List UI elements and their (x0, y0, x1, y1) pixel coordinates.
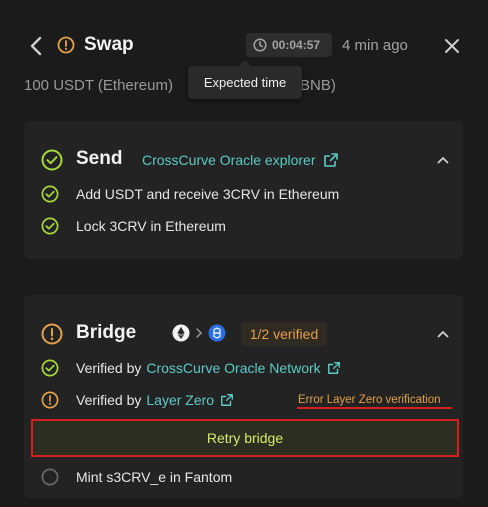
bridge-stage-header: Bridge 1/2 verified (41, 321, 451, 346)
send-step-1: Add USDT and receive 3CRV in Ethereum (41, 184, 451, 204)
explorer-link-label: CrossCurve Oracle explorer (142, 152, 316, 168)
ethereum-icon (172, 324, 190, 342)
warning-circle-icon (41, 323, 63, 345)
empty-circle-icon (41, 468, 59, 486)
oracle-network-link-label: CrossCurve Oracle Network (146, 360, 321, 376)
check-circle-icon (41, 217, 59, 235)
explorer-link[interactable]: CrossCurve Oracle explorer (142, 152, 339, 168)
warning-circle-icon (57, 36, 75, 54)
layer-zero-link-label: Layer Zero (146, 392, 215, 408)
chevron-left-icon (30, 36, 42, 56)
external-link-icon (327, 362, 340, 374)
send-step-2-label: Lock 3CRV in Ethereum (76, 218, 226, 234)
verified-badge: 1/2 verified (241, 322, 327, 346)
bridge-step-1-prefix: Verified by (76, 360, 142, 376)
error-highlight (297, 407, 452, 409)
elapsed-time: 4 min ago (342, 37, 408, 54)
external-link-icon (221, 394, 234, 406)
swap-summary: 100 USDT (Ethereum) BNB) (24, 77, 336, 94)
swap-from: 100 USDT (Ethereum) (24, 77, 173, 94)
tooltip: Expected time (188, 60, 302, 99)
chevron-right-icon (196, 328, 203, 338)
external-link-icon (323, 153, 338, 167)
timer-value: 00:04:57 (272, 38, 321, 52)
expected-time-timer[interactable]: 00:04:57 (246, 33, 332, 57)
page-title: Swap (84, 34, 134, 55)
bridge-chains (172, 324, 226, 342)
chevron-up-icon[interactable] (435, 152, 451, 168)
mint-step: Mint s3CRV_e in Fantom (41, 467, 421, 487)
oracle-network-link[interactable]: CrossCurve Oracle Network (146, 360, 340, 376)
bridge-step-2-prefix: Verified by (76, 392, 142, 408)
check-circle-icon (41, 149, 63, 171)
swap-to: BNB) (300, 77, 336, 94)
send-stage-card: Send CrossCurve Oracle explorer Add USDT… (24, 121, 463, 259)
bridge-stage-title: Bridge (76, 322, 137, 343)
warning-circle-icon (41, 391, 59, 409)
retry-bridge-button[interactable]: Retry bridge (31, 419, 459, 457)
back-button[interactable] (26, 34, 46, 58)
check-circle-icon (41, 359, 59, 377)
header: Swap 00:04:57 4 min ago (0, 28, 488, 64)
mint-step-label: Mint s3CRV_e in Fantom (76, 469, 233, 485)
close-icon (445, 39, 459, 53)
chevron-up-icon[interactable] (435, 326, 451, 342)
send-stage-title: Send (76, 148, 123, 169)
error-message[interactable]: Error Layer Zero verification (298, 394, 441, 406)
clock-icon (253, 38, 267, 52)
check-circle-icon (41, 185, 59, 203)
send-step-2: Lock 3CRV in Ethereum (41, 216, 451, 236)
send-step-1-label: Add USDT and receive 3CRV in Ethereum (76, 186, 340, 202)
fantom-icon (208, 324, 226, 342)
bridge-step-1: Verified by CrossCurve Oracle Network (41, 358, 451, 378)
close-button[interactable] (442, 36, 462, 56)
layer-zero-link[interactable]: Layer Zero (146, 392, 234, 408)
send-stage-header: Send CrossCurve Oracle explorer (41, 147, 451, 171)
